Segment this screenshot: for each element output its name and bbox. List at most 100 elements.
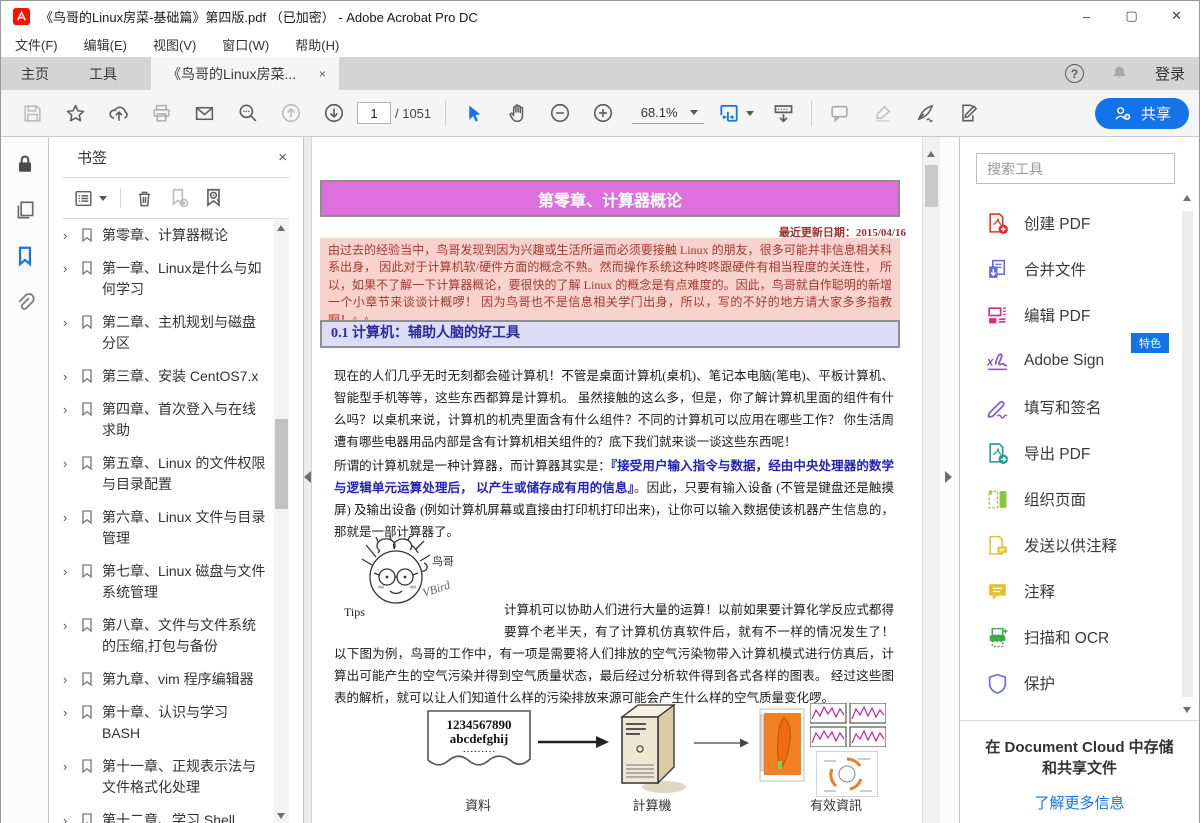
chevron-right-icon[interactable]: › (63, 258, 72, 279)
tool-scan-ocr[interactable]: 扫描和 OCR (986, 614, 1173, 660)
previous-page-icon[interactable] (269, 95, 312, 131)
comment-icon[interactable] (818, 95, 861, 131)
tool-create-pdf[interactable]: 创建 PDF (986, 200, 1173, 246)
tool-combine-files[interactable]: 合并文件 (986, 246, 1173, 292)
bookmark-item[interactable]: ›第八章、文件与文件系统的压缩,打包与备份 (63, 609, 269, 663)
security-lock-icon[interactable] (14, 153, 36, 175)
chevron-right-icon[interactable]: › (63, 507, 72, 528)
zoom-level-control[interactable]: 68.1% (632, 102, 704, 124)
tool-fill-sign[interactable]: 填写和签名 (986, 384, 1173, 430)
sign-pen-icon[interactable] (904, 95, 947, 131)
scroll-up-icon[interactable] (1183, 195, 1191, 201)
menu-help[interactable]: 帮助(H) (295, 35, 339, 54)
chevron-right-icon[interactable]: › (63, 756, 72, 777)
chevron-right-icon[interactable]: › (63, 366, 72, 387)
tool-organize-pages[interactable]: 组织页面 (986, 476, 1173, 522)
bookmark-item[interactable]: ›第九章、vim 程序编辑器 (63, 663, 269, 696)
next-page-arrow-icon[interactable] (945, 471, 952, 483)
tools-scrollbar[interactable] (1180, 195, 1195, 713)
tab-close-icon[interactable]: × (316, 67, 329, 81)
document-scrollbar[interactable] (922, 137, 940, 823)
collapse-panel-icon[interactable] (304, 471, 311, 483)
bookmark-item[interactable]: ›第三章、安装 CentOS7.x (63, 360, 269, 393)
help-icon[interactable]: ? (1065, 64, 1084, 83)
scrollbar-thumb[interactable] (275, 419, 288, 509)
next-page-icon[interactable] (312, 95, 355, 131)
page-thumbnails-icon[interactable] (14, 199, 36, 221)
maximize-button[interactable]: ▢ (1109, 1, 1154, 31)
bookmarks-panel-icon[interactable] (14, 245, 36, 267)
star-favorites-icon[interactable] (54, 95, 97, 131)
menu-view[interactable]: 视图(V) (153, 35, 196, 54)
new-bookmark-icon[interactable] (168, 187, 190, 209)
pdf-page[interactable]: 第零章、计算器概论 最近更新日期：2015/04/16 由过去的经验当中，鸟哥发… (312, 137, 922, 823)
scroll-down-icon[interactable] (1183, 707, 1191, 713)
chevron-right-icon[interactable]: › (63, 312, 72, 333)
scroll-up-icon[interactable] (277, 225, 285, 231)
sign-in-link[interactable]: 登录 (1155, 63, 1185, 84)
save-icon[interactable] (11, 95, 54, 131)
fit-width-icon[interactable] (712, 95, 746, 131)
chevron-right-icon[interactable]: › (63, 615, 72, 636)
select-tool-icon[interactable] (452, 95, 495, 131)
minimize-button[interactable]: – (1064, 1, 1109, 31)
bookmark-item[interactable]: ›第五章、Linux 的文件权限与目录配置 (63, 447, 269, 501)
bookmark-item[interactable]: ›第十一章、正规表示法与文件格式化处理 (63, 750, 269, 804)
notifications-bell-icon[interactable] (1110, 64, 1129, 83)
close-panel-icon[interactable]: × (278, 149, 287, 166)
bookmarks-scrollbar[interactable] (274, 219, 289, 823)
tab-tools[interactable]: 工具 (69, 57, 137, 90)
menu-window[interactable]: 窗口(W) (222, 35, 269, 54)
highlight-icon[interactable] (861, 95, 904, 131)
read-mode-icon[interactable] (762, 95, 805, 131)
bookmark-item[interactable]: ›第一章、Linux是什么与如何学习 (63, 252, 269, 306)
chevron-down-icon[interactable] (746, 111, 754, 116)
expand-current-bookmark-icon[interactable] (203, 187, 225, 209)
chevron-right-icon[interactable]: › (63, 399, 72, 420)
cloud-upload-icon[interactable] (97, 95, 140, 131)
tab-home[interactable]: 主页 (1, 57, 69, 90)
chevron-right-icon[interactable]: › (63, 453, 72, 474)
scroll-up-icon[interactable] (927, 151, 935, 157)
tool-more-tools[interactable]: 更多工具 (986, 706, 1173, 720)
delete-bookmark-icon[interactable] (134, 188, 155, 209)
zoom-in-icon[interactable] (581, 95, 624, 131)
share-button[interactable]: 共享 (1095, 98, 1189, 129)
bookmark-item[interactable]: ›第七章、Linux 磁盘与文件系统管理 (63, 555, 269, 609)
bookmark-item[interactable]: ›第四章、首次登入与在线求助 (63, 393, 269, 447)
page-number-input[interactable] (357, 102, 391, 124)
tool-edit-pdf[interactable]: 编辑 PDF (986, 292, 1173, 338)
tool-export-pdf[interactable]: 导出 PDF (986, 430, 1173, 476)
hand-tool-icon[interactable] (495, 95, 538, 131)
tool-comment[interactable]: 注释 (986, 568, 1173, 614)
bookmark-item[interactable]: ›第二章、主机规划与磁盘分区 (63, 306, 269, 360)
menu-file[interactable]: 文件(F) (15, 35, 58, 54)
chevron-right-icon[interactable]: › (63, 669, 72, 690)
bookmark-item[interactable]: ›第零章、计算器概论 (63, 219, 269, 252)
tool-send-for-comments[interactable]: 发送以供注释 (986, 522, 1173, 568)
chevron-right-icon[interactable]: › (63, 810, 72, 823)
scrollbar-thumb[interactable] (925, 165, 938, 207)
chevron-right-icon[interactable]: › (63, 561, 72, 582)
close-button[interactable]: ✕ (1154, 1, 1199, 31)
bookmark-item[interactable]: ›第十二章、学习 Shell Scripts (63, 804, 269, 823)
edit-page-icon[interactable] (947, 95, 990, 131)
chevron-right-icon[interactable]: › (63, 702, 72, 723)
print-icon[interactable] (140, 95, 183, 131)
zoom-out-icon[interactable] (538, 95, 581, 131)
tool-adobe-sign[interactable]: 特色 x Adobe Sign (986, 338, 1173, 384)
learn-more-link[interactable]: 了解更多信息 (982, 792, 1177, 813)
search-tools-input[interactable] (976, 153, 1175, 184)
bookmark-item[interactable]: ›第六章、Linux 文件与目录管理 (63, 501, 269, 555)
scrollbar-thumb[interactable] (1182, 211, 1193, 697)
chevron-right-icon[interactable]: › (63, 225, 72, 246)
bookmark-item[interactable]: ›第十章、认识与学习 BASH (63, 696, 269, 750)
attachments-paperclip-icon[interactable] (13, 291, 36, 314)
search-icon[interactable] (226, 95, 269, 131)
menu-edit[interactable]: 编辑(E) (84, 35, 127, 54)
tab-document[interactable]: 《鸟哥的Linux房菜... × (151, 57, 339, 90)
scroll-down-icon[interactable] (277, 813, 285, 819)
email-icon[interactable] (183, 95, 226, 131)
bookmark-options-button[interactable] (73, 188, 107, 209)
tool-protect[interactable]: 保护 (986, 660, 1173, 706)
